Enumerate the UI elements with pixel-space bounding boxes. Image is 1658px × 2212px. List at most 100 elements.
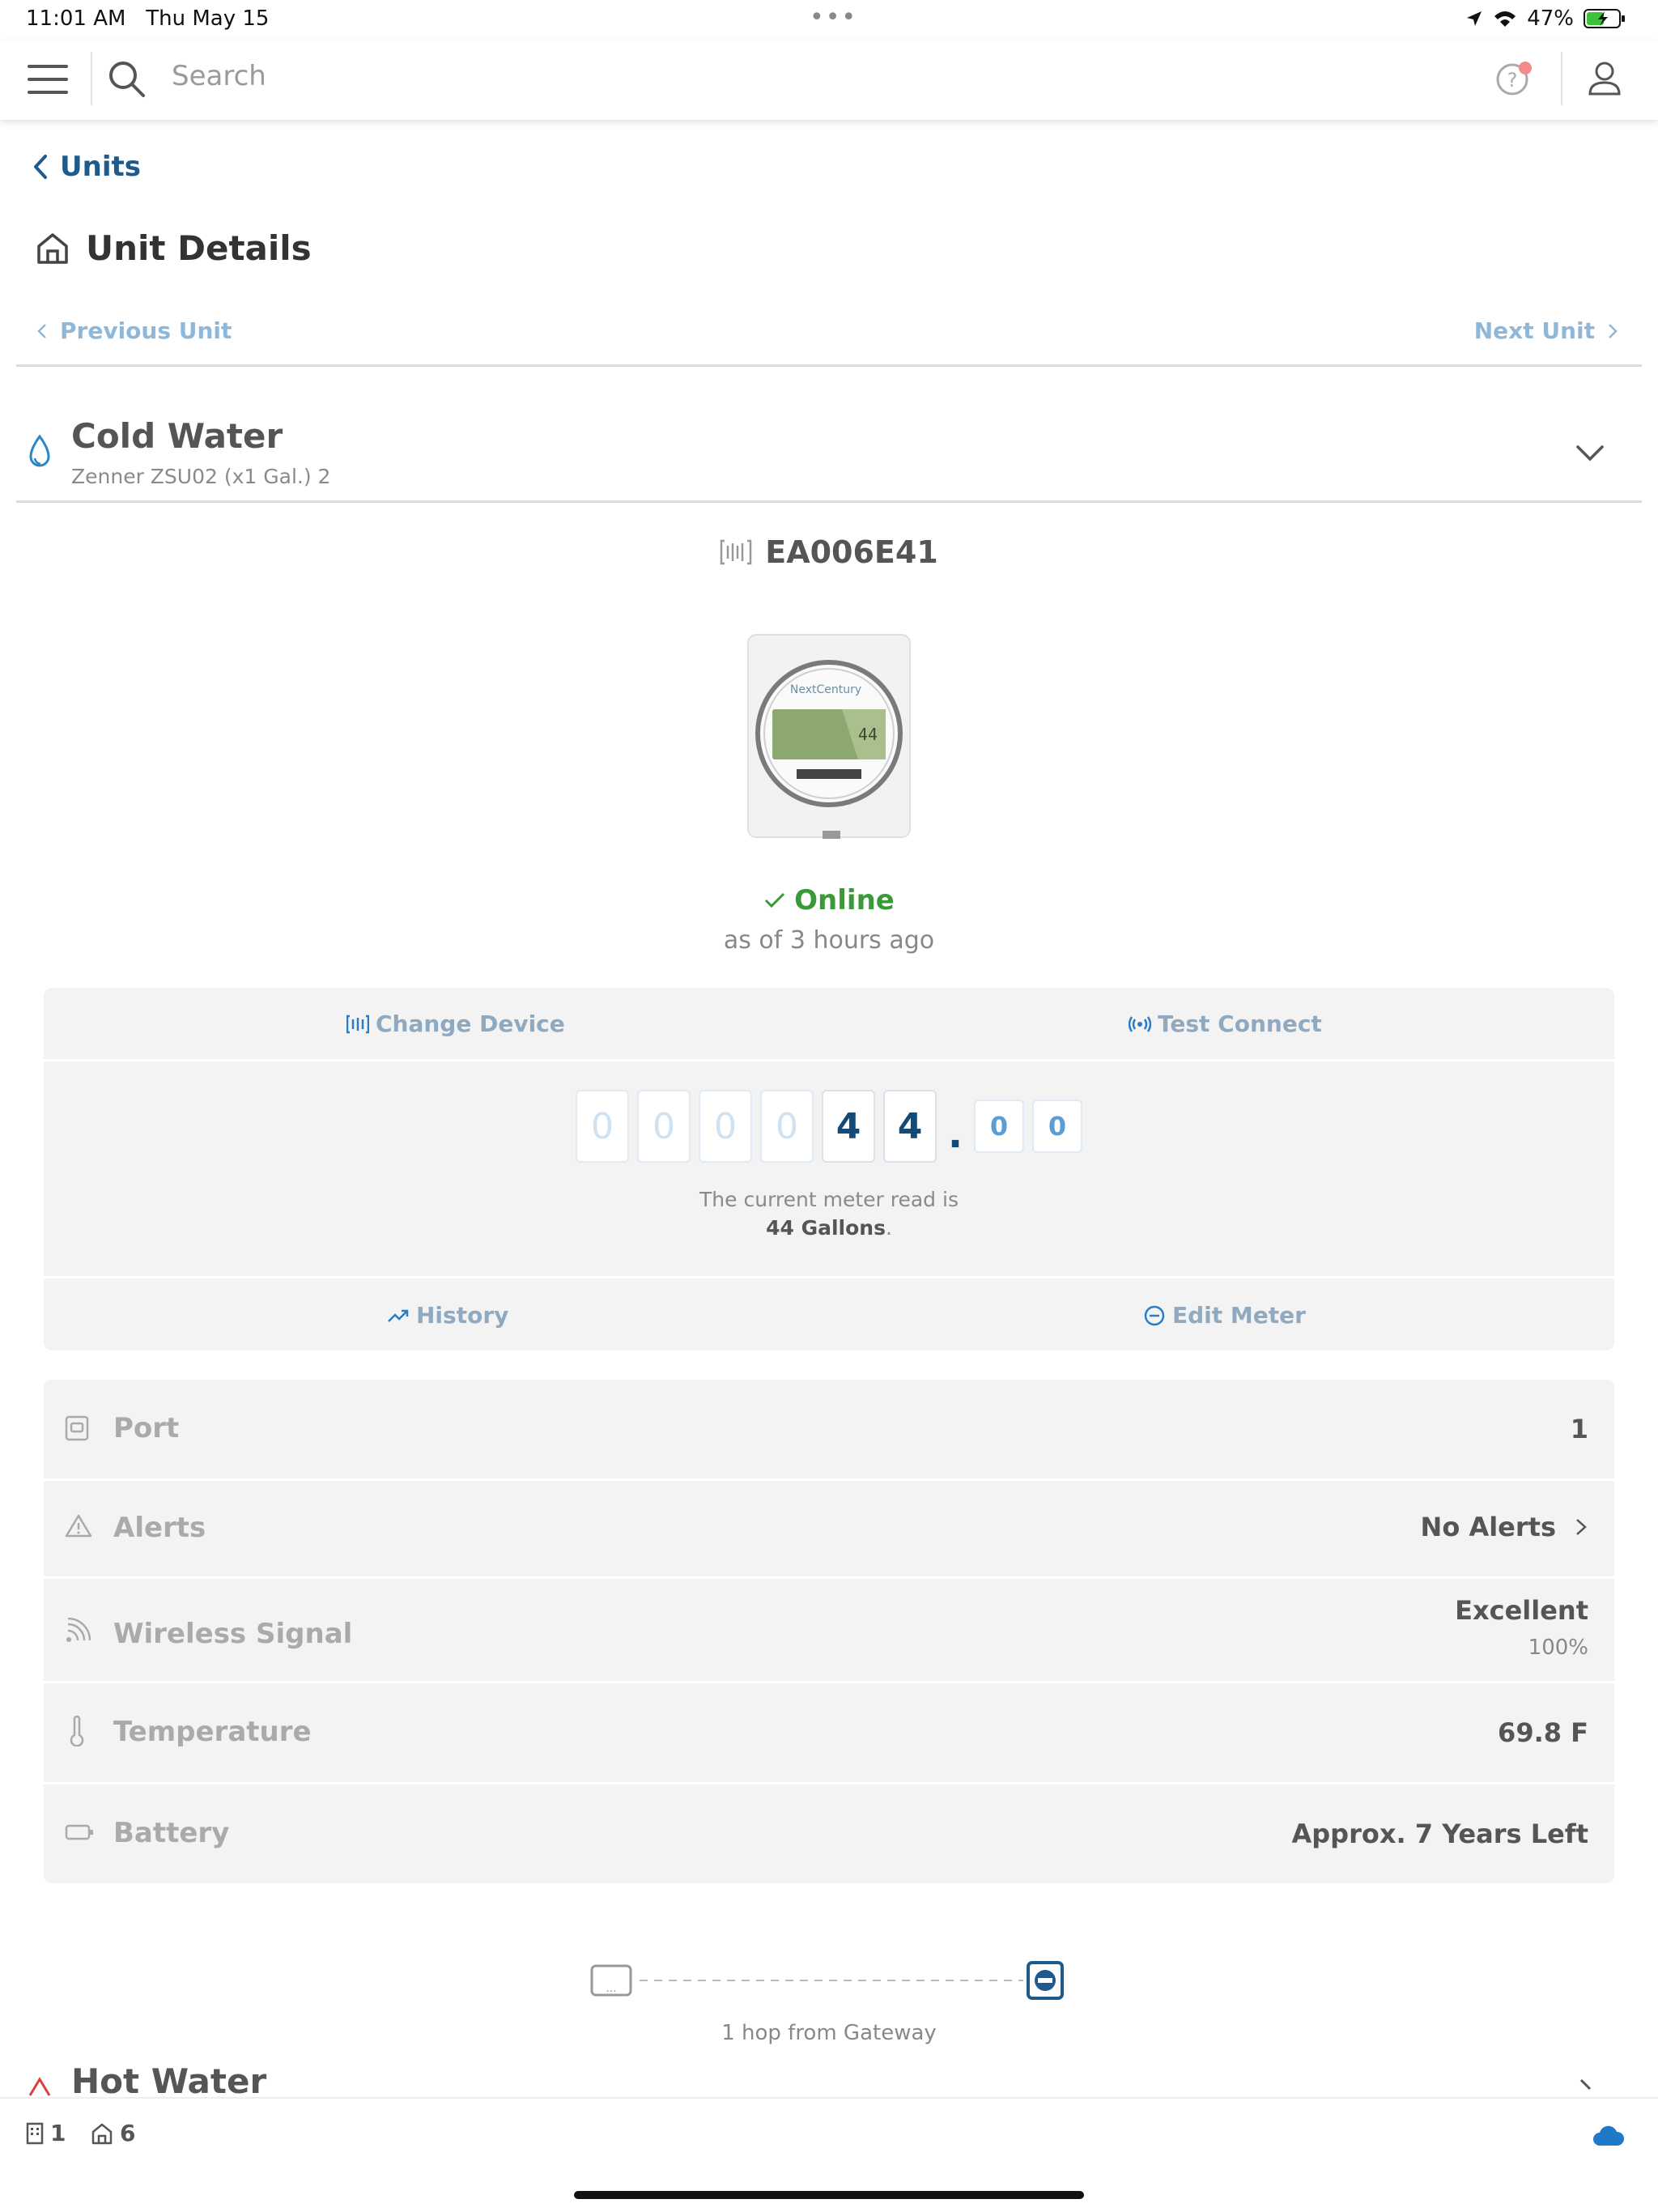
chevron-right-icon xyxy=(1609,323,1618,338)
page-title-text: Unit Details xyxy=(86,228,312,268)
change-device-label: Change Device xyxy=(376,1010,565,1037)
info-row-wireless-signal: Wireless Signal Excellent 100% xyxy=(44,1579,1614,1681)
meter-read-digits[interactable]: 0 0 0 0 4 4 . 0 0 xyxy=(0,1090,1658,1163)
multitask-dots[interactable]: ••• xyxy=(810,3,857,32)
buildings-count[interactable]: 1 xyxy=(26,2120,66,2146)
svg-text:...: ... xyxy=(606,1982,616,1995)
alerts-value: No Alerts xyxy=(1420,1512,1556,1542)
read-value: 44 Gallons xyxy=(766,1216,886,1240)
signal-icon xyxy=(66,1618,91,1642)
buildings-count-value: 1 xyxy=(50,2120,66,2146)
status-text: Online xyxy=(794,884,895,917)
units-count[interactable]: 6 xyxy=(91,2120,135,2146)
card-divider xyxy=(44,1059,1614,1061)
change-device-button[interactable]: Change Device xyxy=(346,1010,565,1037)
wifi-icon xyxy=(1494,11,1516,27)
help-icon[interactable]: ? xyxy=(1493,58,1533,99)
history-label: History xyxy=(416,1302,509,1329)
read-digit: 4 xyxy=(883,1090,937,1163)
info-row-battery: Battery Approx. 7 Years Left xyxy=(44,1784,1614,1883)
previous-unit-link[interactable]: Previous Unit xyxy=(37,317,232,344)
home-indicator[interactable] xyxy=(574,2191,1084,2199)
wireless-signal-label: Wireless Signal xyxy=(113,1618,353,1650)
battery-percent: 47% xyxy=(1527,6,1574,31)
card-divider xyxy=(44,1276,1614,1278)
temperature-value: 69.8 F xyxy=(1498,1717,1588,1748)
home-icon xyxy=(37,232,68,264)
alerts-label: Alerts xyxy=(113,1512,206,1544)
read-digit: 0 xyxy=(760,1090,814,1163)
info-row-alerts[interactable]: Alerts No Alerts xyxy=(44,1481,1614,1576)
next-unit-link[interactable]: Next Unit xyxy=(1474,317,1618,344)
test-connect-button[interactable]: Test Connect xyxy=(1129,1010,1322,1037)
port-icon xyxy=(65,1415,89,1441)
test-connect-label: Test Connect xyxy=(1158,1010,1322,1037)
home-icon xyxy=(91,2123,113,2144)
status-date: Thu May 15 xyxy=(146,6,270,31)
back-label: Units xyxy=(60,151,141,183)
meter-model: Zenner ZSU02 (x1 Gal.) 2 xyxy=(71,465,331,488)
section-title-cold-water[interactable]: Cold Water xyxy=(71,416,283,456)
search-input[interactable]: Search xyxy=(172,60,266,92)
device-id-text: EA006E41 xyxy=(765,534,938,570)
current-read-text: The current meter read is 44 Gallons. xyxy=(0,1185,1658,1242)
battery-icon xyxy=(65,1824,93,1840)
chevron-right-icon xyxy=(1576,1519,1587,1535)
warning-icon xyxy=(65,1514,92,1538)
broadcast-icon xyxy=(1129,1015,1151,1032)
cloud-sync-icon[interactable] xyxy=(1592,2125,1626,2147)
trending-up-icon xyxy=(388,1309,409,1322)
device-id: EA006E41 xyxy=(0,534,1658,570)
info-row-temperature: Temperature 69.8 F xyxy=(44,1683,1614,1782)
wireless-signal-value: Excellent xyxy=(1455,1595,1588,1626)
read-suffix: . xyxy=(885,1216,892,1240)
read-digit: 0 xyxy=(637,1090,691,1163)
divider xyxy=(16,364,1642,367)
read-digit: 0 xyxy=(576,1090,629,1163)
building-icon xyxy=(26,2122,44,2144)
search-icon[interactable] xyxy=(107,59,147,100)
meter-lcd-value: 44 xyxy=(858,725,878,744)
battery-label: Battery xyxy=(113,1817,230,1849)
chevron-down-icon[interactable] xyxy=(1575,444,1605,463)
info-row-port: Port 1 xyxy=(44,1380,1614,1478)
read-digit: 0 xyxy=(699,1090,752,1163)
battery-value: Approx. 7 Years Left xyxy=(1291,1819,1589,1849)
user-profile-icon[interactable] xyxy=(1587,58,1622,99)
wireless-signal-percent: 100% xyxy=(1528,1636,1588,1660)
status-time: 11:01 AM Thu May 15 xyxy=(26,6,270,31)
meter-read-card xyxy=(44,988,1614,1351)
radio-device-icon xyxy=(720,539,752,565)
meter-gauge-icon xyxy=(1144,1305,1165,1325)
back-to-units-link[interactable]: Units xyxy=(32,151,141,183)
edit-meter-label: Edit Meter xyxy=(1172,1302,1306,1329)
port-value: 1 xyxy=(1570,1414,1588,1444)
temperature-label: Temperature xyxy=(113,1716,312,1748)
bottom-status-bar xyxy=(0,2097,1658,2163)
appbar-divider-right xyxy=(1561,52,1562,105)
hamburger-menu-icon[interactable] xyxy=(28,65,68,94)
edit-meter-button[interactable]: Edit Meter xyxy=(1143,1302,1306,1329)
checkmark-icon xyxy=(765,892,785,908)
next-unit-label: Next Unit xyxy=(1473,317,1595,344)
meter-device-image: NextCentury 44 xyxy=(747,634,911,839)
section-title-hot-water[interactable]: Hot Water xyxy=(71,2061,266,2101)
status-indicators: 47% xyxy=(1465,6,1626,31)
radio-device-icon xyxy=(346,1015,369,1033)
read-prefix: The current meter read is xyxy=(699,1188,959,1211)
svg-text:NextCentury: NextCentury xyxy=(790,683,861,696)
divider xyxy=(16,500,1642,503)
read-decimal-digit: 0 xyxy=(1032,1100,1082,1153)
history-button[interactable]: History xyxy=(387,1302,508,1329)
read-decimal-digit: 0 xyxy=(974,1100,1024,1153)
gateway-hop-diagram: ... xyxy=(590,1961,1064,2000)
chevron-right-icon[interactable] xyxy=(1579,2078,1593,2097)
decimal-point: . xyxy=(947,1112,963,1157)
battery-icon xyxy=(1584,9,1625,28)
online-status: Online xyxy=(0,884,1658,917)
svg-text:?: ? xyxy=(1507,69,1518,91)
read-digit: 4 xyxy=(822,1090,875,1163)
previous-unit-label: Previous Unit xyxy=(60,317,232,344)
chevron-left-icon xyxy=(37,323,46,338)
hot-water-icon xyxy=(28,2077,51,2096)
